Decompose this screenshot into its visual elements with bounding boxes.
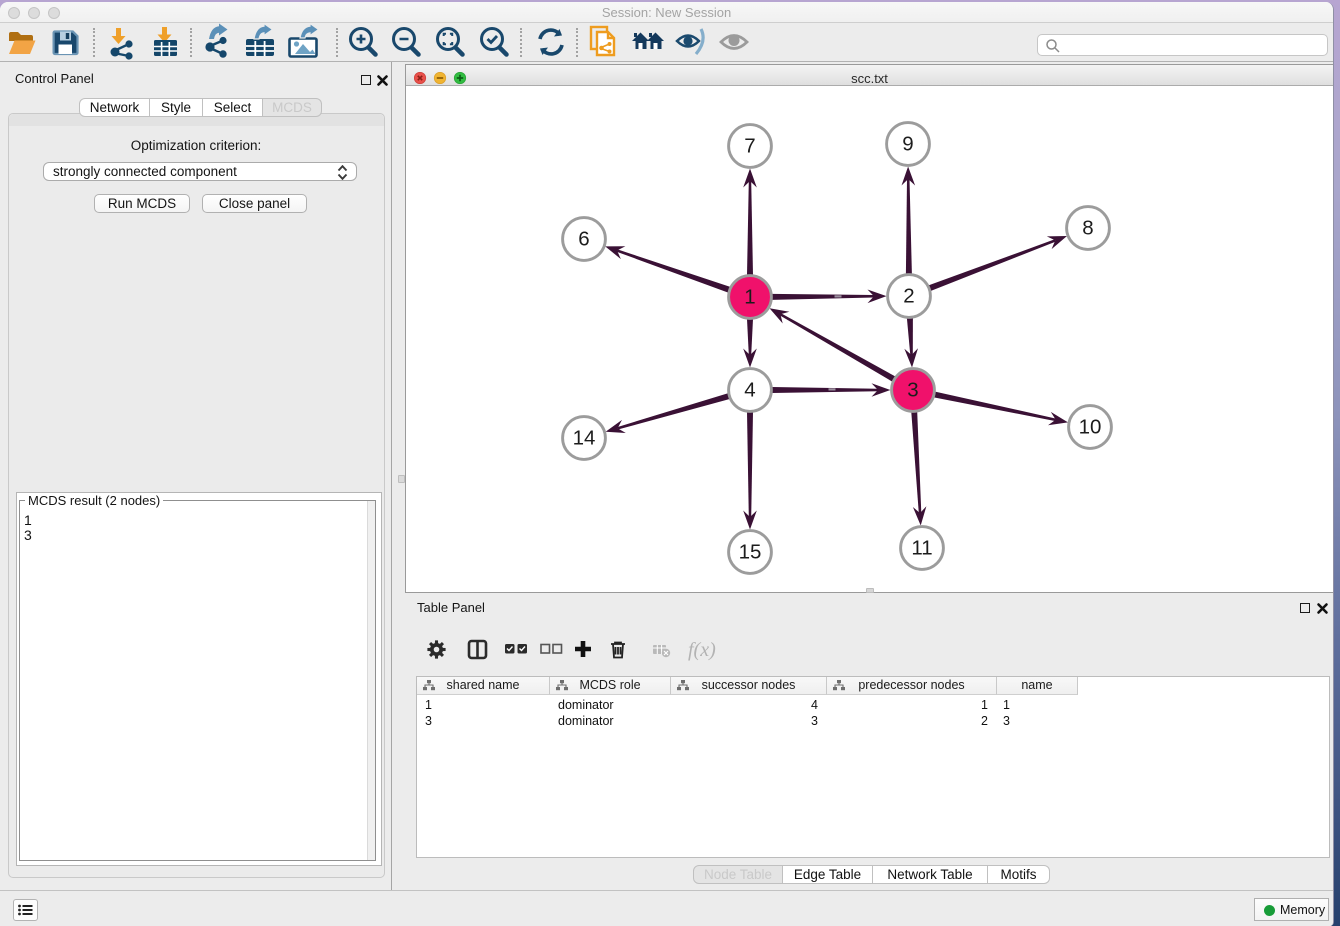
svg-text:4: 4 <box>744 379 755 402</box>
svg-text:7: 7 <box>744 135 755 158</box>
svg-text:2: 2 <box>903 285 914 308</box>
svg-text:11: 11 <box>911 537 932 560</box>
svg-text:9: 9 <box>902 133 913 156</box>
svg-text:8: 8 <box>1082 217 1093 240</box>
svg-text:15: 15 <box>739 541 762 564</box>
svg-text:1: 1 <box>744 286 755 309</box>
svg-text:14: 14 <box>573 427 596 450</box>
svg-text:10: 10 <box>1079 416 1102 439</box>
svg-text:f(x): f(x) <box>688 639 716 661</box>
svg-text:6: 6 <box>578 228 589 251</box>
svg-text:3: 3 <box>907 379 918 402</box>
